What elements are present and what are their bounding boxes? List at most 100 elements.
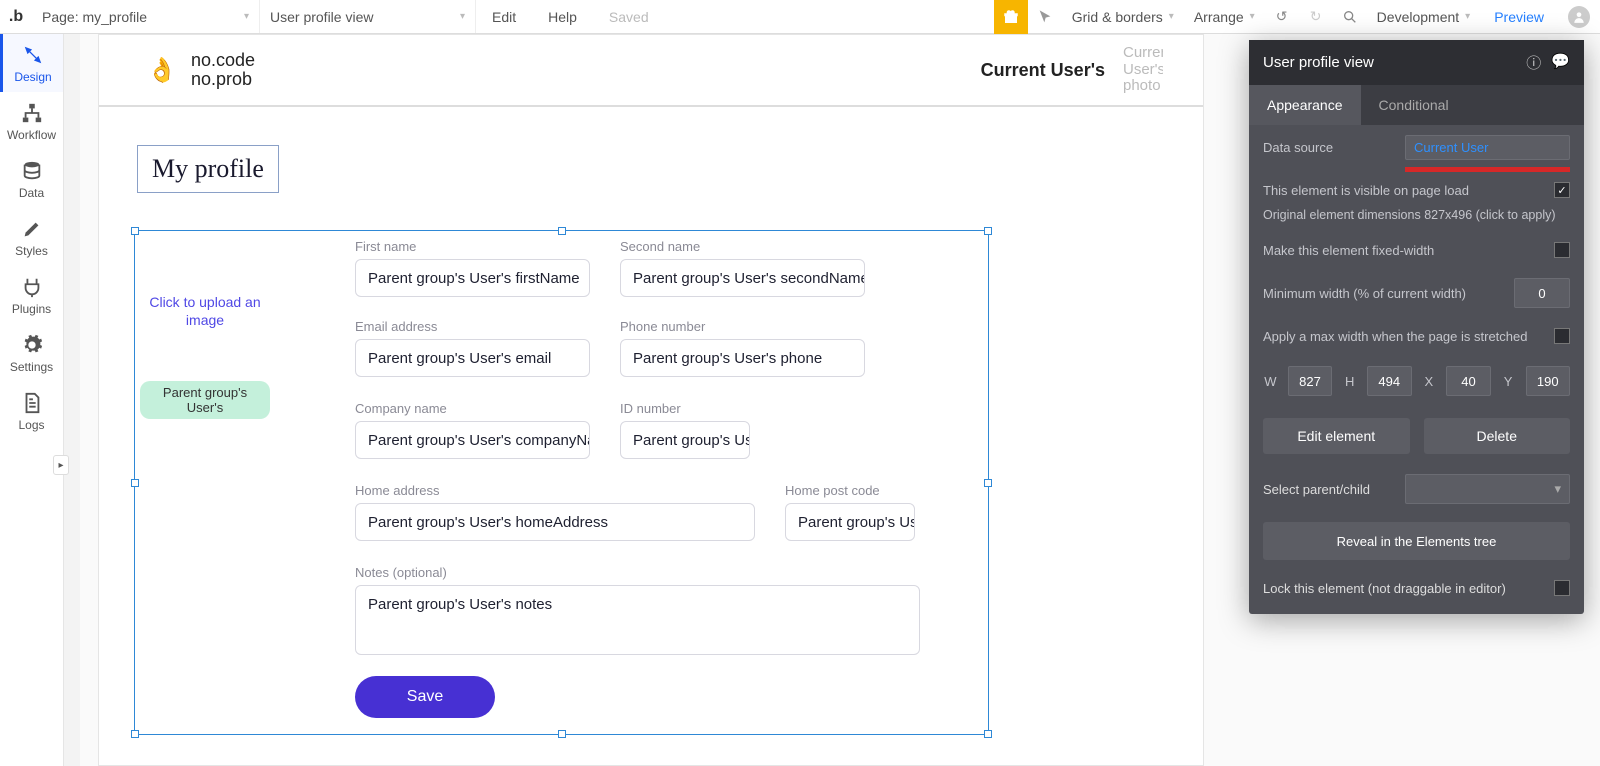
arrange-dropdown[interactable]: Arrange▾ xyxy=(1184,0,1265,33)
info-icon[interactable]: ⓘ xyxy=(1526,52,1541,73)
panel-header[interactable]: User profile view ⓘ 💬 xyxy=(1249,40,1584,85)
select-parent-dropdown[interactable]: ▾ xyxy=(1405,474,1570,504)
tab-appearance[interactable]: Appearance xyxy=(1249,85,1361,125)
label-orig-dims[interactable]: Original element dimensions 827x496 (cli… xyxy=(1263,208,1556,222)
label-min-width: Minimum width (% of current width) xyxy=(1263,286,1466,301)
edit-element-button[interactable]: Edit element xyxy=(1263,418,1410,454)
resize-handle[interactable] xyxy=(131,227,139,235)
input-x[interactable]: 40 xyxy=(1446,366,1490,396)
data-source-field[interactable]: Current User xyxy=(1405,135,1570,160)
resize-handle[interactable] xyxy=(131,479,139,487)
input-company[interactable]: Parent group's User's companyNa xyxy=(355,421,590,459)
rail-logs[interactable]: Logs xyxy=(0,382,63,440)
rail-styles[interactable]: Styles xyxy=(0,208,63,266)
grid-borders-dropdown[interactable]: Grid & borders▾ xyxy=(1062,0,1184,33)
user-avatar-icon[interactable] xyxy=(1568,6,1590,28)
pointer-icon[interactable] xyxy=(1028,0,1062,34)
element-dropdown-label: User profile view xyxy=(270,9,373,25)
dimension-row: W 827 H 494 X 40 Y 190 xyxy=(1249,354,1584,408)
rail-settings[interactable]: Settings xyxy=(0,324,63,382)
menu-edit[interactable]: Edit xyxy=(476,0,532,33)
status-pill[interactable]: Parent group's User's xyxy=(140,381,270,419)
chevron-down-icon: ▾ xyxy=(1169,11,1174,22)
rail-data[interactable]: Data xyxy=(0,150,63,208)
input-email[interactable]: Parent group's User's email xyxy=(355,339,590,377)
top-bar: .b Page: my_profile ▾ User profile view … xyxy=(0,0,1600,34)
save-button[interactable]: Save xyxy=(355,676,495,718)
undo-icon[interactable]: ↺ xyxy=(1265,0,1299,34)
label-w: W xyxy=(1263,374,1278,389)
bubble-logo-icon[interactable]: .b xyxy=(0,8,32,26)
label-lock: Lock this element (not draggable in edit… xyxy=(1263,581,1506,596)
input-second-name[interactable]: Parent group's User's secondName xyxy=(620,259,865,297)
delete-button[interactable]: Delete xyxy=(1424,418,1571,454)
collapse-rail-icon[interactable]: ▸ xyxy=(53,455,69,475)
property-panel[interactable]: User profile view ⓘ 💬 Appearance Conditi… xyxy=(1249,40,1584,614)
comment-icon[interactable]: 💬 xyxy=(1551,52,1570,73)
label-max-width: Apply a max width when the page is stret… xyxy=(1263,329,1527,344)
tab-conditional[interactable]: Conditional xyxy=(1361,85,1467,125)
redo-icon[interactable]: ↻ xyxy=(1299,0,1333,34)
input-home[interactable]: Parent group's User's homeAddress xyxy=(355,503,755,541)
label-email: Email address xyxy=(355,319,437,334)
input-first-name[interactable]: Parent group's User's firstName xyxy=(355,259,590,297)
rail-workflow[interactable]: Workflow xyxy=(0,92,63,150)
label-id: ID number xyxy=(620,401,681,416)
page-header: 👌 no.code no.prob Current User's Current… xyxy=(99,35,1203,107)
preview-link[interactable]: Preview xyxy=(1480,9,1558,25)
label-h: H xyxy=(1342,374,1357,389)
image-uploader[interactable]: Click to upload an image xyxy=(145,261,265,361)
resize-handle[interactable] xyxy=(984,479,992,487)
checkbox-visible[interactable]: ✓ xyxy=(1554,182,1570,198)
search-icon[interactable] xyxy=(1333,0,1367,34)
chevron-down-icon: ▾ xyxy=(1250,11,1255,22)
rail-plugins[interactable]: Plugins xyxy=(0,266,63,324)
current-user-label: Current User's xyxy=(981,60,1105,81)
input-post[interactable]: Parent group's Us xyxy=(785,503,915,541)
input-id[interactable]: Parent group's Us xyxy=(620,421,750,459)
page-preview: 👌 no.code no.prob Current User's Current… xyxy=(98,34,1204,766)
environment-dropdown[interactable]: Development▾ xyxy=(1367,0,1481,33)
input-min-width[interactable]: 0 xyxy=(1514,278,1570,308)
user-photo-placeholder: Current User's photo xyxy=(1123,45,1163,95)
label-phone: Phone number xyxy=(620,319,705,334)
page-dropdown[interactable]: Page: my_profile ▾ xyxy=(32,0,260,33)
input-w[interactable]: 827 xyxy=(1288,366,1332,396)
chevron-down-icon: ▾ xyxy=(1465,11,1470,22)
brand: 👌 no.code no.prob xyxy=(147,51,255,89)
menu-help[interactable]: Help xyxy=(532,0,593,33)
resize-handle[interactable] xyxy=(984,730,992,738)
resize-handle[interactable] xyxy=(984,227,992,235)
reveal-tree-button[interactable]: Reveal in the Elements tree xyxy=(1263,522,1570,560)
selected-group[interactable]: Click to upload an image Parent group's … xyxy=(134,230,989,735)
resize-handle[interactable] xyxy=(558,227,566,235)
rail-design[interactable]: Design xyxy=(0,34,63,92)
page-dropdown-label: Page: my_profile xyxy=(42,9,147,25)
label-x: X xyxy=(1422,374,1437,389)
panel-title: User profile view xyxy=(1263,54,1374,71)
element-dropdown[interactable]: User profile view ▾ xyxy=(260,0,476,33)
ok-hand-icon: 👌 xyxy=(147,55,177,85)
checkbox-lock[interactable] xyxy=(1554,580,1570,596)
chevron-down-icon: ▾ xyxy=(234,11,249,22)
checkbox-max-width[interactable] xyxy=(1554,328,1570,344)
label-visible: This element is visible on page load xyxy=(1263,183,1469,198)
page-title[interactable]: My profile xyxy=(137,145,279,193)
resize-handle[interactable] xyxy=(558,730,566,738)
label-company: Company name xyxy=(355,401,447,416)
label-second-name: Second name xyxy=(620,239,700,254)
label-notes: Notes (optional) xyxy=(355,565,447,580)
label-y: Y xyxy=(1501,374,1516,389)
input-phone[interactable]: Parent group's User's phone xyxy=(620,339,865,377)
gift-icon[interactable] xyxy=(994,0,1028,34)
input-y[interactable]: 190 xyxy=(1526,366,1570,396)
panel-tabs: Appearance Conditional xyxy=(1249,85,1584,125)
input-notes[interactable]: Parent group's User's notes xyxy=(355,585,920,655)
checkbox-fixed-width[interactable] xyxy=(1554,242,1570,258)
resize-handle[interactable] xyxy=(131,730,139,738)
chevron-down-icon: ▾ xyxy=(450,11,465,22)
input-h[interactable]: 494 xyxy=(1367,366,1411,396)
saved-indicator: Saved xyxy=(593,0,665,33)
label-post: Home post code xyxy=(785,483,880,498)
label-home: Home address xyxy=(355,483,440,498)
